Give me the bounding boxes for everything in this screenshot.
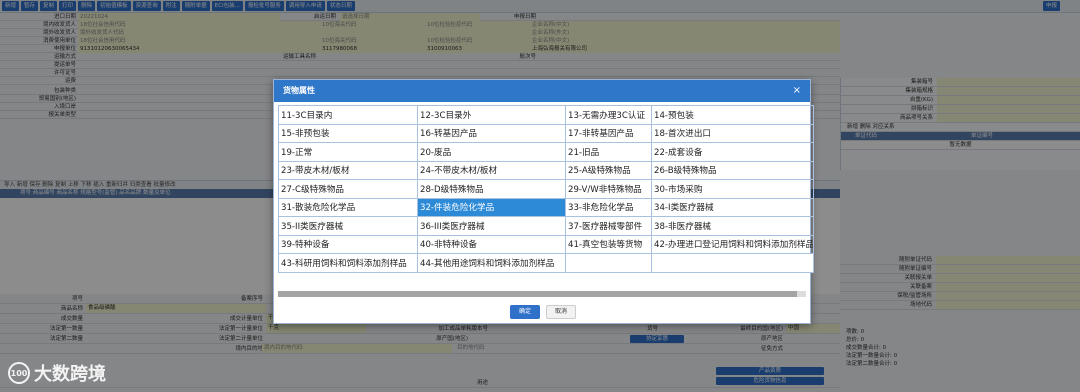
goods-attribute-option[interactable]: 37-医疗器械零部件: [565, 216, 652, 236]
goods-attribute-option[interactable]: 31-散装危险化学品: [278, 197, 418, 217]
options-row: 39-特种设备 40-非特种设备 41-真空包装等货物 42-办理进口登记用饲料和饲料…: [278, 234, 814, 254]
options-row: 15-非预包装 16-转基因产品 17-非转基因产品 18-首次进出口: [278, 123, 814, 143]
options-table-container: 11-3C目录内 12-3C目录外 13-无需办理3C认证 14-预包装 15-非预包装…: [278, 105, 814, 375]
confirm-button[interactable]: 确定: [510, 305, 540, 319]
goods-attribute-option[interactable]: 33-非危险化学品: [565, 197, 652, 217]
options-row: 19-正常 20-废品 21-旧品 22-成套设备: [278, 142, 814, 162]
logo-text: 大数跨境: [34, 364, 106, 385]
goods-attribute-option[interactable]: 24-不带皮木材/板材: [417, 160, 566, 180]
goods-attribute-option[interactable]: 42-办理进口登记用饲料和饲料添加剂样品: [651, 234, 814, 254]
goods-attribute-dialog: 货物属性 × 11-3C目录内 12-3C目录外 13-无需办理3C认证 14-预包装…: [273, 79, 814, 324]
goods-attribute-option[interactable]: 29-V/W非特殊物品: [565, 179, 652, 199]
scrollbar-thumb[interactable]: [278, 291, 797, 297]
empty-cell: [651, 253, 814, 273]
goods-attribute-option[interactable]: 25-A级特殊物品: [565, 160, 652, 180]
brand-logo: 100 大数跨境: [8, 360, 106, 386]
goods-attribute-option[interactable]: 18-首次进出口: [651, 123, 814, 143]
goods-attribute-option[interactable]: 21-旧品: [565, 142, 652, 162]
goods-attribute-option[interactable]: 39-特种设备: [278, 234, 418, 254]
goods-attribute-option[interactable]: 15-非预包装: [278, 123, 418, 143]
goods-attribute-option[interactable]: 26-B级特殊物品: [651, 160, 814, 180]
logo-mark: 100: [8, 362, 30, 384]
horizontal-scrollbar[interactable]: [278, 291, 806, 297]
dialog-footer: 确定 取消: [274, 301, 810, 323]
options-row: 11-3C目录内 12-3C目录外 13-无需办理3C认证 14-预包装: [278, 105, 814, 125]
goods-attribute-option[interactable]: 20-废品: [417, 142, 566, 162]
goods-attribute-option[interactable]: 13-无需办理3C认证: [565, 105, 652, 125]
goods-attribute-option[interactable]: 38-非医疗器械: [651, 216, 814, 236]
goods-attribute-option[interactable]: 23-带皮木材/板材: [278, 160, 418, 180]
goods-attribute-option[interactable]: 14-预包装: [651, 105, 814, 125]
goods-attribute-option[interactable]: 12-3C目录外: [417, 105, 566, 125]
goods-attribute-option[interactable]: 19-正常: [278, 142, 418, 162]
goods-attribute-option[interactable]: 40-非特种设备: [417, 234, 566, 254]
goods-attribute-option[interactable]: 35-II类医疗器械: [278, 216, 418, 236]
options-row: 31-散装危险化学品 32-件装危险化学品 33-非危险化学品 34-I类医疗器械: [278, 197, 814, 217]
dialog-title: 货物属性: [283, 86, 315, 95]
goods-attribute-option[interactable]: 27-C级特殊物品: [278, 179, 418, 199]
goods-attribute-option[interactable]: 30-市场采购: [651, 179, 814, 199]
scroll-right-button[interactable]: [797, 291, 806, 297]
close-icon[interactable]: ×: [793, 80, 801, 102]
options-row: 35-II类医疗器械 36-III类医疗器械 37-医疗器械零部件 38-非医疗器械: [278, 216, 814, 236]
options-row: 43-科研用饲料和饲料添加剂样品 44-其他用途饲料和饲料添加剂样品: [278, 253, 814, 273]
goods-attribute-option[interactable]: 43-科研用饲料和饲料添加剂样品: [278, 253, 418, 273]
goods-attribute-option[interactable]: 28-D级特殊物品: [417, 179, 566, 199]
goods-attribute-option[interactable]: 36-III类医疗器械: [417, 216, 566, 236]
dialog-header: 货物属性 ×: [274, 80, 810, 102]
cancel-button[interactable]: 取消: [546, 305, 576, 319]
goods-attribute-option[interactable]: 34-I类医疗器械: [651, 197, 814, 217]
goods-attribute-option[interactable]: 16-转基因产品: [417, 123, 566, 143]
goods-attribute-options: 11-3C目录内 12-3C目录外 13-无需办理3C认证 14-预包装 15-非预包装…: [278, 105, 814, 273]
goods-attribute-option[interactable]: 17-非转基因产品: [565, 123, 652, 143]
goods-attribute-option[interactable]: 41-真空包装等货物: [565, 234, 652, 254]
goods-attribute-option[interactable]: 22-成套设备: [651, 142, 814, 162]
empty-cell: [565, 253, 652, 273]
options-row: 27-C级特殊物品 28-D级特殊物品 29-V/W非特殊物品 30-市场采购: [278, 179, 814, 199]
goods-attribute-option[interactable]: 44-其他用途饲料和饲料添加剂样品: [417, 253, 566, 273]
goods-attribute-option[interactable]: 11-3C目录内: [278, 105, 418, 125]
options-row: 23-带皮木材/板材 24-不带皮木材/板材 25-A级特殊物品 26-B级特殊物品: [278, 160, 814, 180]
goods-attribute-option[interactable]: 32-件装危险化学品: [417, 197, 566, 217]
